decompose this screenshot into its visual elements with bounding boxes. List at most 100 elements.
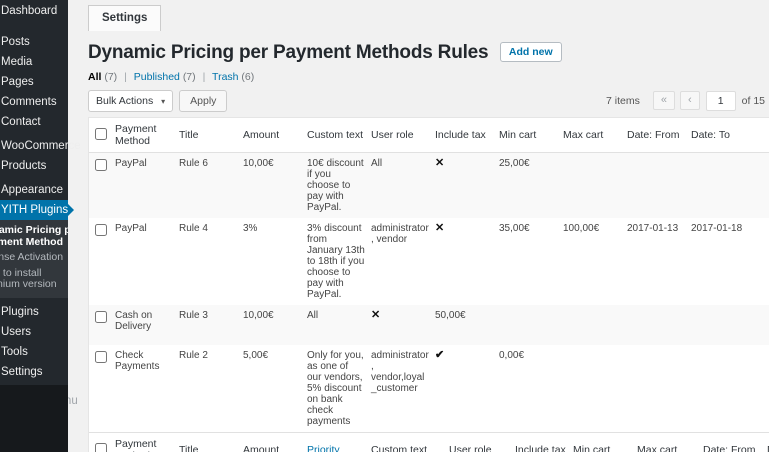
footer-col-date-from: Date: From xyxy=(701,433,765,452)
apply-button[interactable]: Apply xyxy=(179,90,227,112)
footer-col-min-cart: Min cart xyxy=(571,433,635,452)
cell-user-role: administrator, vendor,loyal_customer xyxy=(369,345,433,432)
submenu-item-dynamic-pricing[interactable]: Dynamic Pricing per Payment Method xyxy=(0,223,68,250)
filter-trash-link[interactable]: Trash xyxy=(212,71,238,83)
cell-min-cart: 25,00€ xyxy=(497,153,561,219)
sidebar-item-appearance[interactable]: Appearance xyxy=(0,180,68,200)
filter-all-link[interactable]: All xyxy=(88,71,101,83)
footer-col-payment-method: Payment Method xyxy=(113,433,177,452)
sidebar-item-posts[interactable]: Posts xyxy=(0,32,68,52)
cell-title: Rule 4 xyxy=(177,218,241,305)
admin-sidebar: Dashboard Posts Media Pages Comments Con… xyxy=(0,0,68,452)
bulk-actions-select[interactable]: Bulk Actions ▾ xyxy=(88,90,173,112)
row-checkbox[interactable] xyxy=(95,159,107,171)
cell-min-cart: 0,00€ xyxy=(497,345,561,432)
tab-settings[interactable]: Settings xyxy=(88,5,161,31)
cell-custom-text: 10€ discount if you choose to pay with P… xyxy=(305,153,369,219)
cell-payment-method: PayPal xyxy=(113,218,177,305)
first-page-button[interactable]: « xyxy=(653,91,675,110)
filter-published-link[interactable]: Published xyxy=(134,71,180,83)
sidebar-item-settings[interactable]: Settings xyxy=(0,362,68,382)
footer-col-custom-text: Custom text xyxy=(369,433,447,452)
rules-table: Payment Method Title Amount Custom text … xyxy=(88,117,769,452)
table-row: PayPal Rule 4 3% 3% discount from Januar… xyxy=(89,218,769,305)
col-payment-method: Payment Method xyxy=(113,118,177,153)
cell-amount: 10,00€ xyxy=(241,305,305,345)
cell-payment-method: Cash on Delivery xyxy=(113,305,177,345)
sidebar-item-products[interactable]: Products xyxy=(0,156,68,176)
submenu-item-license-activation[interactable]: License Activation xyxy=(0,250,68,266)
caret-down-icon: ▾ xyxy=(161,97,165,106)
sidebar-item-contact[interactable]: Contact xyxy=(0,112,68,132)
cell-payment-method: PayPal xyxy=(113,153,177,219)
sidebar-item-woocommerce[interactable]: WooCommerce xyxy=(0,136,68,156)
sidebar-bottom-area xyxy=(0,385,68,452)
footer-col-max-cart: Max cart xyxy=(635,433,701,452)
check-icon: ✔ xyxy=(435,349,444,361)
cell-date-to xyxy=(689,345,769,432)
footer-col-user-role: User role xyxy=(447,433,513,452)
cell-custom-text: Only for you, as one of our vendors, 5% … xyxy=(305,345,369,432)
cell-amount: 10,00€ xyxy=(241,153,305,219)
total-pages-label: of 15 xyxy=(742,95,765,107)
cross-icon: ✕ xyxy=(435,157,444,169)
cell-max-cart xyxy=(561,305,625,345)
bulk-actions-label: Bulk Actions xyxy=(96,95,153,107)
sidebar-item-comments[interactable]: Comments xyxy=(0,92,68,112)
status-filters: All (7) | Published (7) | Trash (6) xyxy=(88,71,749,83)
footer-col-title: Title xyxy=(177,433,241,452)
col-min-cart: Min cart xyxy=(497,118,561,153)
col-user-role: User role xyxy=(369,118,433,153)
cell-include-tax: ✕ xyxy=(433,218,497,305)
yith-plugins-submenu: Dynamic Pricing per Payment Method Licen… xyxy=(0,220,68,298)
cell-amount: 3% xyxy=(241,218,305,305)
select-all-checkbox[interactable] xyxy=(95,128,107,140)
footer-col-amount: Amount xyxy=(241,433,305,452)
cell-custom-text: 3% discount from January 13th to 18th if… xyxy=(305,218,369,305)
cell-max-cart xyxy=(561,153,625,219)
col-amount: Amount xyxy=(241,118,305,153)
sidebar-item-dashboard[interactable]: Dashboard xyxy=(0,0,68,21)
cross-icon: ✕ xyxy=(371,309,380,321)
sidebar-item-users[interactable]: Users xyxy=(0,322,68,342)
cell-date-from xyxy=(625,153,689,219)
footer-col-date-to: Date: To xyxy=(765,433,769,452)
row-checkbox[interactable] xyxy=(95,311,107,323)
cell-date-from: 2017-01-13 xyxy=(625,218,689,305)
col-max-cart: Max cart xyxy=(561,118,625,153)
items-count: 7 items xyxy=(606,95,640,107)
row-checkbox[interactable] xyxy=(95,224,107,236)
col-custom-text: Custom text xyxy=(305,118,369,153)
cell-payment-method: Check Payments xyxy=(113,345,177,432)
cell-title: Rule 6 xyxy=(177,153,241,219)
cell-include-tax: ✔ xyxy=(433,345,497,432)
sidebar-item-media[interactable]: Media xyxy=(0,52,68,72)
tablenav-top: Bulk Actions ▾ Apply 7 items « ‹ of 15 xyxy=(88,88,765,113)
table-footer-row: Payment Method Title Amount Priority Cus… xyxy=(89,433,769,452)
cell-min-cart: 35,00€ xyxy=(497,218,561,305)
table-row: Cash on Delivery Rule 3 10,00€ All ✕ 50,… xyxy=(89,305,769,345)
select-all-checkbox[interactable] xyxy=(95,443,107,452)
filter-separator: | xyxy=(124,71,127,83)
add-new-button[interactable]: Add new xyxy=(500,42,562,62)
cell-include-tax: ✕ xyxy=(433,153,497,219)
filter-trash-count: (6) xyxy=(241,71,254,83)
sidebar-item-pages[interactable]: Pages xyxy=(0,72,68,92)
cell-date-from xyxy=(625,345,689,432)
current-page-input[interactable] xyxy=(706,91,736,111)
row-checkbox[interactable] xyxy=(95,351,107,363)
sidebar-item-plugins[interactable]: Plugins xyxy=(0,302,68,322)
cell-date-from xyxy=(625,305,689,345)
filter-published-count: (7) xyxy=(183,71,196,83)
priority-sort-link[interactable]: Priority xyxy=(307,444,340,452)
cell-user-role: ✕ xyxy=(369,305,433,345)
cell-min-cart xyxy=(497,305,561,345)
sidebar-item-tools[interactable]: Tools xyxy=(0,342,68,362)
footer-col-include-tax: Include tax xyxy=(513,433,571,452)
cell-title: Rule 3 xyxy=(177,305,241,345)
submenu-item-premium-version[interactable]: How to install premium version xyxy=(0,266,68,293)
prev-page-button[interactable]: ‹ xyxy=(680,91,700,110)
cell-amount: 5,00€ xyxy=(241,345,305,432)
sidebar-item-yith-plugins[interactable]: YITH Plugins xyxy=(0,200,68,220)
col-include-tax: Include tax xyxy=(433,118,497,153)
